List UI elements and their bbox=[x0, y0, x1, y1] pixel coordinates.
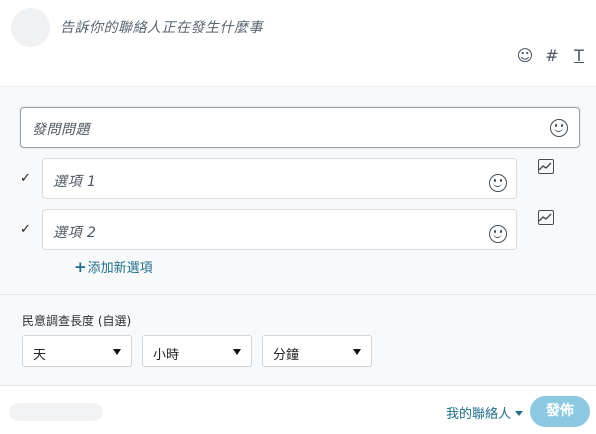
days-select-value: 天 bbox=[33, 348, 47, 363]
duration-hours-select[interactable]: 小時 bbox=[142, 335, 252, 367]
plus-icon: + bbox=[74, 258, 87, 276]
emoji-icon[interactable]: ☺ bbox=[516, 46, 534, 66]
option-1-emoji-icon[interactable] bbox=[489, 174, 507, 192]
caret-down-icon bbox=[353, 349, 361, 355]
audience-label: 我的聯絡人 bbox=[446, 407, 512, 422]
option-2-image-icon[interactable] bbox=[538, 210, 554, 225]
poll-option-2-field[interactable]: 選項 2 bbox=[42, 209, 517, 250]
question-emoji-icon[interactable] bbox=[550, 119, 568, 137]
option-1-check-icon: ✓ bbox=[20, 171, 31, 186]
poll-option-1-field[interactable]: 選項 1 bbox=[42, 158, 517, 199]
option-2-emoji-icon[interactable] bbox=[489, 225, 507, 243]
duration-minutes-select[interactable]: 分鐘 bbox=[262, 335, 372, 367]
caret-down-icon bbox=[113, 349, 121, 355]
poll-option-1-placeholder: 選項 1 bbox=[53, 174, 97, 190]
composer-toolbar: ☺ # T bbox=[516, 46, 588, 66]
hours-select-value: 小時 bbox=[153, 348, 180, 363]
add-option-label: 添加新選項 bbox=[87, 261, 153, 276]
hashtag-icon[interactable]: # bbox=[543, 46, 561, 66]
option-1-image-icon[interactable] bbox=[538, 159, 554, 174]
footer-placeholder-pill bbox=[9, 403, 103, 421]
duration-days-select[interactable]: 天 bbox=[22, 335, 132, 367]
compose-input[interactable]: 告訴你的聯絡人正在發生什麼事 bbox=[60, 17, 263, 37]
avatar bbox=[11, 8, 50, 47]
composer-header: 告訴你的聯絡人正在發生什麼事 ☺ # T bbox=[0, 0, 596, 86]
poll-option-2-placeholder: 選項 2 bbox=[53, 225, 97, 241]
option-2-check-icon: ✓ bbox=[20, 222, 31, 237]
add-option-button[interactable]: +添加新選項 bbox=[74, 257, 153, 276]
poll-question-placeholder: 發問問題 bbox=[32, 122, 90, 138]
post-button[interactable]: 發佈 bbox=[530, 396, 590, 427]
caret-down-icon bbox=[515, 411, 524, 416]
poll-editor: 發問問題 ✓ 選項 1 ✓ 選項 2 +添加新選項 bbox=[0, 86, 596, 294]
poll-question-field[interactable]: 發問問題 bbox=[20, 107, 580, 148]
poll-duration-label: 民意調查長度 (自選) bbox=[22, 314, 132, 328]
caret-down-icon bbox=[233, 349, 241, 355]
text-format-icon[interactable]: T bbox=[570, 46, 588, 66]
audience-selector[interactable]: 我的聯絡人 bbox=[446, 403, 524, 422]
minutes-select-value: 分鐘 bbox=[273, 348, 300, 363]
poll-duration-section: 民意調查長度 (自選) 天 小時 分鐘 bbox=[0, 294, 596, 386]
composer-footer: 我的聯絡人 發佈 bbox=[0, 386, 596, 434]
